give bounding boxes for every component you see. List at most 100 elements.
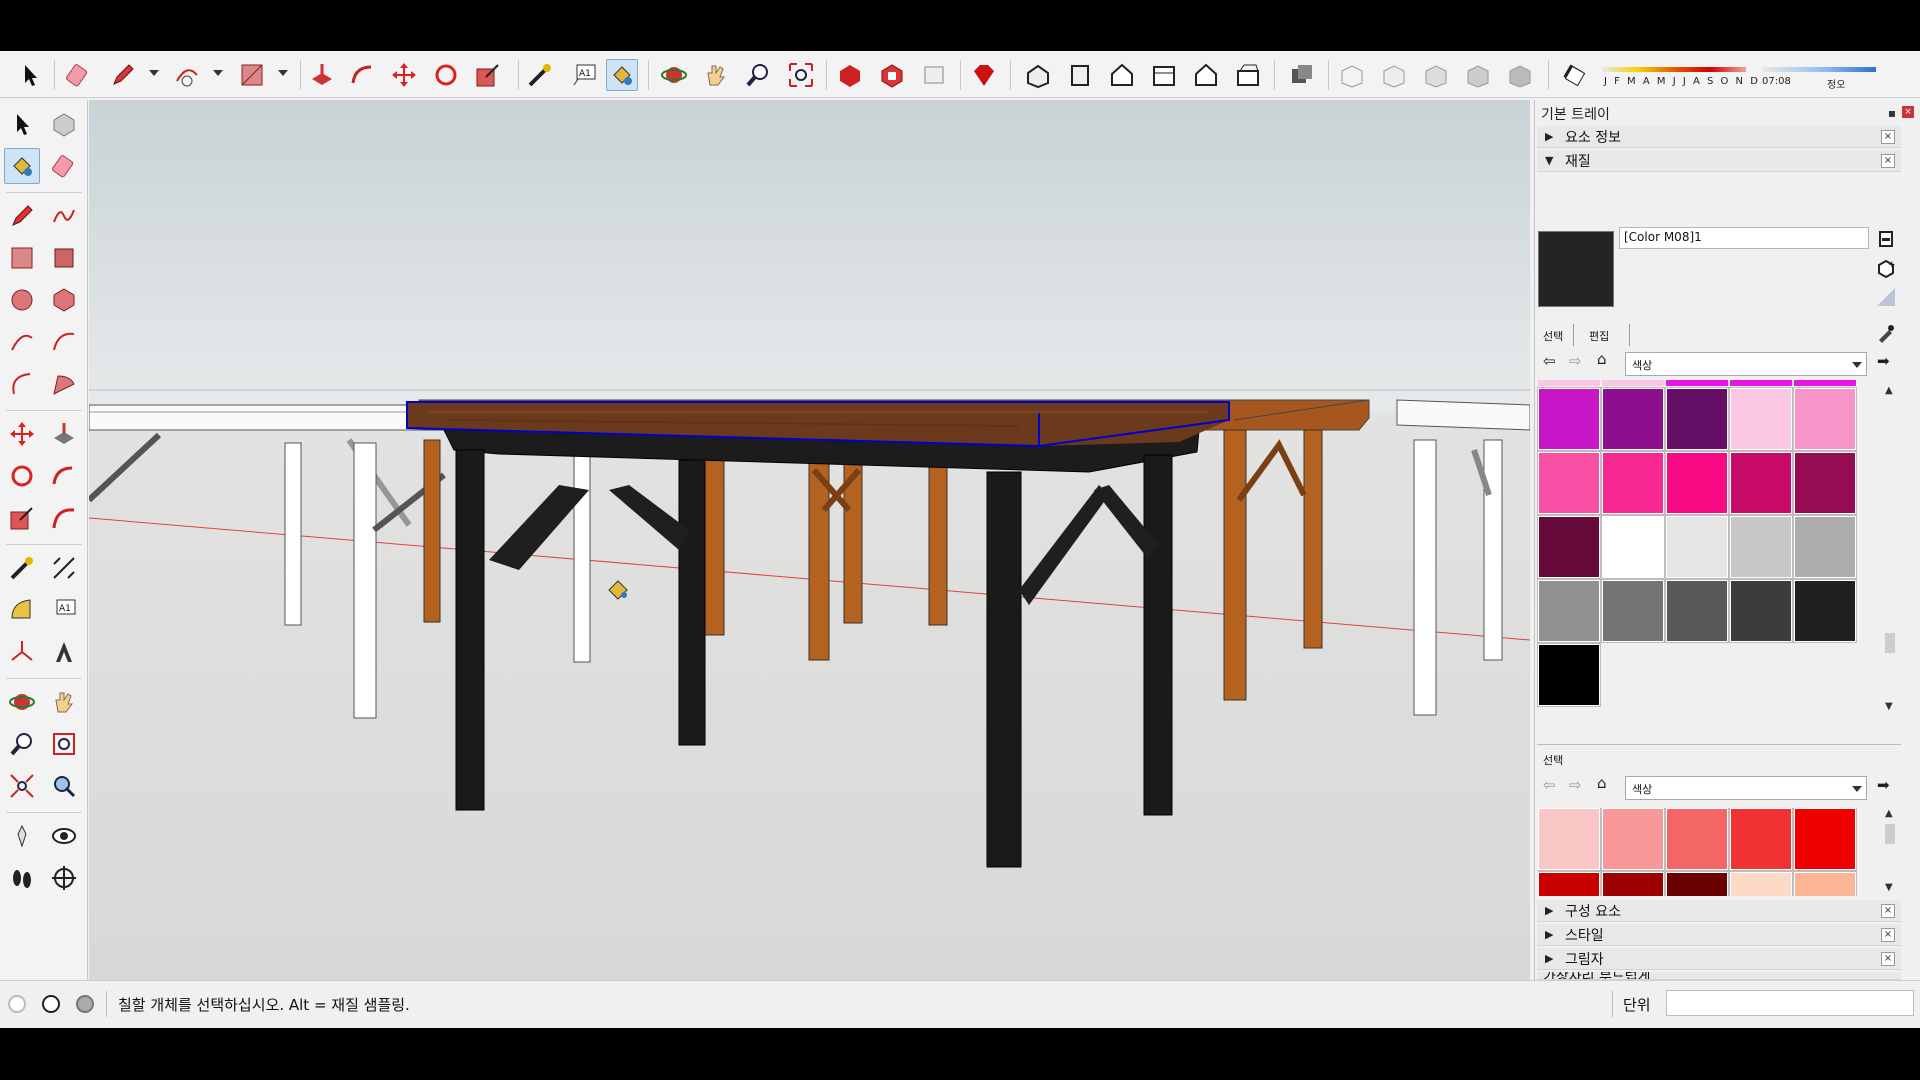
rectangle-icon[interactable]: [236, 59, 268, 91]
color-swatch-1[interactable]: [1601, 387, 1665, 451]
secondary-color-swatch-9[interactable]: [1793, 871, 1857, 896]
pan-icon[interactable]: [700, 59, 732, 91]
xray-icon[interactable]: [1286, 59, 1318, 91]
make-component-icon[interactable]: [46, 106, 82, 142]
pin-icon[interactable]: ▪: [1888, 106, 1896, 120]
extension-warehouse-icon[interactable]: [876, 59, 908, 91]
three-point-arc-tool-icon[interactable]: [4, 366, 40, 402]
close-panel-icon[interactable]: ×: [1881, 928, 1895, 942]
push-pull-icon[interactable]: [306, 59, 338, 91]
close-panel-icon[interactable]: ×: [1881, 952, 1895, 966]
arc-dropdown-icon[interactable]: [213, 70, 223, 76]
push-pull-tool-icon[interactable]: [46, 416, 82, 452]
secondary-color-swatch-5[interactable]: [1538, 871, 1601, 896]
partial-color-swatch-2[interactable]: [1666, 380, 1728, 386]
chevron-down-icon[interactable]: ▼: [1885, 882, 1893, 893]
zoom-icon[interactable]: [742, 59, 774, 91]
partial-color-swatch-3[interactable]: [1730, 380, 1792, 386]
measurements-input[interactable]: [1666, 990, 1914, 1016]
orbit-icon[interactable]: [658, 59, 690, 91]
secondary-color-swatch-1[interactable]: [1601, 808, 1665, 871]
arc-icon[interactable]: [171, 59, 203, 91]
text-icon[interactable]: A1: [568, 59, 600, 91]
user-icon[interactable]: [76, 995, 94, 1013]
color-swatch-16[interactable]: [1601, 579, 1665, 643]
secondary-color-swatch-3[interactable]: [1729, 808, 1793, 871]
polygon-tool-icon[interactable]: [46, 282, 82, 318]
home-icon[interactable]: ⌂: [1597, 350, 1607, 368]
chevron-down-icon[interactable]: ▼: [1885, 701, 1893, 712]
textured-icon[interactable]: [1504, 59, 1536, 91]
eraser-icon[interactable]: [62, 59, 94, 91]
geo-location-icon[interactable]: [8, 995, 26, 1013]
display-secondary-pane-icon[interactable]: [1875, 228, 1897, 250]
secondary-color-swatch-2[interactable]: [1665, 808, 1729, 871]
back-view-icon[interactable]: [1190, 59, 1222, 91]
partial-color-swatch-4[interactable]: [1794, 380, 1856, 386]
left-view-icon[interactable]: [1232, 59, 1264, 91]
move-tool-icon[interactable]: [4, 416, 40, 452]
partial-color-swatch-1[interactable]: [1602, 380, 1664, 386]
color-swatch-17[interactable]: [1665, 579, 1729, 643]
rotated-rectangle-tool-icon[interactable]: [46, 240, 82, 276]
section-plane-tool-icon[interactable]: [46, 860, 82, 896]
scale-icon[interactable]: [472, 59, 504, 91]
previous-view-tool-icon[interactable]: [46, 768, 82, 804]
panel-styles[interactable]: ▶ 스타일 ×: [1537, 924, 1901, 946]
walk-tool-icon[interactable]: [4, 860, 40, 896]
iso-view-icon[interactable]: [1022, 59, 1054, 91]
chevron-up-icon[interactable]: ▲: [1885, 808, 1893, 819]
close-panel-icon[interactable]: ×: [1881, 130, 1895, 144]
hidden-line-icon[interactable]: [1420, 59, 1452, 91]
color-swatch-20[interactable]: [1537, 643, 1601, 707]
secondary-home-icon[interactable]: ⌂: [1597, 774, 1607, 792]
info-icon[interactable]: [42, 995, 60, 1013]
wireframe-icon[interactable]: [1378, 59, 1410, 91]
circle-tool-icon[interactable]: [4, 282, 40, 318]
back-edges-icon[interactable]: [1336, 59, 1368, 91]
tape-measure-icon[interactable]: [524, 59, 556, 91]
secondary-color-swatch-0[interactable]: [1538, 808, 1601, 871]
material-name-field[interactable]: [Color M08]1: [1619, 227, 1869, 249]
text-tool-icon[interactable]: A1: [46, 592, 82, 628]
close-panel-icon[interactable]: ×: [1881, 154, 1895, 168]
panel-components[interactable]: ▶ 구성 요소 ×: [1537, 900, 1901, 922]
color-swatch-8[interactable]: [1729, 451, 1793, 515]
close-panel-icon[interactable]: ×: [1881, 904, 1895, 918]
freehand-tool-icon[interactable]: [46, 198, 82, 234]
tab-edit[interactable]: 편집: [1589, 328, 1609, 344]
pencil-dropdown-icon[interactable]: [149, 70, 159, 76]
swatch-scrollbar[interactable]: ▲ ▼: [1883, 385, 1897, 715]
move-icon[interactable]: [388, 59, 420, 91]
orbit-tool-icon[interactable]: [4, 684, 40, 720]
3d-warehouse-icon[interactable]: [834, 59, 866, 91]
drawing-viewport[interactable]: [89, 100, 1530, 980]
color-swatch-4[interactable]: [1793, 387, 1857, 451]
back-arrow-icon[interactable]: ⇦: [1543, 352, 1556, 370]
create-material-icon[interactable]: +: [1875, 257, 1897, 279]
tab-select[interactable]: 선택: [1543, 328, 1563, 344]
shadow-toggle-icon[interactable]: [1558, 59, 1590, 91]
forward-arrow-icon[interactable]: ⇨: [1569, 352, 1582, 370]
rotate-tool-icon[interactable]: [4, 458, 40, 494]
color-swatch-18[interactable]: [1729, 579, 1793, 643]
secondary-back-arrow-icon[interactable]: ⇦: [1543, 776, 1556, 794]
color-swatch-11[interactable]: [1601, 515, 1665, 579]
protractor-tool-icon[interactable]: [4, 592, 40, 628]
scale-tool-icon[interactable]: [4, 500, 40, 536]
panel-materials[interactable]: ▼ 재질 ×: [1537, 150, 1901, 172]
look-around-tool-icon[interactable]: [46, 818, 82, 854]
color-swatch-7[interactable]: [1665, 451, 1729, 515]
library-dropdown[interactable]: 색상: [1625, 352, 1867, 376]
secondary-color-swatch-6[interactable]: [1601, 871, 1665, 896]
sample-paint-icon[interactable]: [1875, 322, 1897, 344]
secondary-details-arrow-icon[interactable]: ➡: [1877, 776, 1890, 794]
offset-tool-icon[interactable]: [46, 500, 82, 536]
secondary-color-swatch-8[interactable]: [1729, 871, 1793, 896]
default-material-icon[interactable]: [1875, 286, 1897, 308]
zoom-extents-tool-icon[interactable]: [4, 768, 40, 804]
color-swatch-13[interactable]: [1729, 515, 1793, 579]
pie-tool-icon[interactable]: [46, 366, 82, 402]
follow-me-tool-icon[interactable]: [46, 458, 82, 494]
paint-bucket-tool-icon[interactable]: [4, 148, 40, 184]
